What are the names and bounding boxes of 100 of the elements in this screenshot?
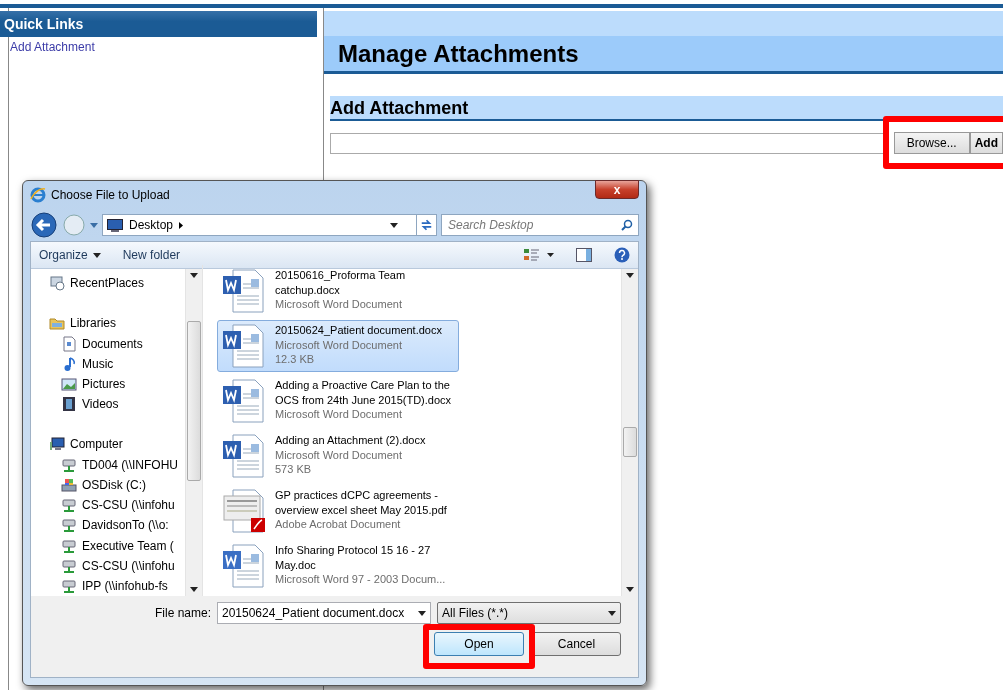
- folder-icon: [49, 315, 65, 332]
- nav-label: Music: [82, 356, 114, 371]
- nav-item[interactable]: Computer: [31, 434, 185, 455]
- scrollbar-thumb[interactable]: [187, 321, 201, 481]
- file-type: Microsoft Word Document: [275, 407, 403, 422]
- file-type: Microsoft Word Document: [275, 297, 403, 312]
- back-button[interactable]: [30, 211, 58, 239]
- nav-label: Documents: [82, 336, 143, 351]
- file-name: GP practices dCPC agreements - overview excel sheet May 2015.pdf: [275, 488, 448, 517]
- help-icon[interactable]: [614, 247, 630, 263]
- file-type: Microsoft Word Document: [275, 447, 403, 462]
- file-item[interactable]: Adding an Attachment (2).docx Microsoft Word Document 573 KB: [217, 430, 459, 482]
- sidebar-title: Quick Links: [0, 11, 317, 37]
- file-item[interactable]: GP practices dCPC agreements - overview excel sheet May 2015.pdf Adobe Acrobat Document: [217, 485, 459, 537]
- nav-label: TD004 (\\INFOHU: [82, 457, 178, 472]
- new-folder-button[interactable]: New folder: [122, 248, 181, 262]
- browse-button[interactable]: Browse...: [893, 132, 970, 154]
- section-heading: Add Attachment: [330, 96, 1003, 121]
- scroll-down-icon: [626, 587, 634, 592]
- view-options-icon[interactable]: [524, 248, 554, 262]
- address-dropdown-icon: [390, 222, 398, 228]
- file-item[interactable]: Info Sharing Protocol 15 16 - 27 May.doc Microsoft Word 97 - 2003 Docum...: [217, 540, 459, 592]
- file-name-field[interactable]: 20150624_Patient document.docx: [217, 602, 431, 624]
- organize-menu[interactable]: Organize: [39, 248, 101, 262]
- page-title: Manage Attachments: [324, 36, 1003, 71]
- caret-icon: [418, 610, 426, 616]
- file-item[interactable]: 20150624_Patient document.docx Microsoft Word Document 12.3 KB: [217, 320, 459, 372]
- nav-item[interactable]: CS-CSU (\\infohu: [31, 494, 185, 516]
- file-type: Microsoft Word Document: [275, 337, 403, 352]
- nav-item[interactable]: Executive Team (: [31, 535, 185, 556]
- file-name: Info Sharing Protocol 15 16 - 27 May.doc: [275, 543, 432, 572]
- nav-label: Libraries: [70, 316, 117, 331]
- file-size: 12.3 KB: [275, 352, 316, 367]
- nav-label: CS-CSU (\\infohu: [82, 498, 175, 513]
- desktop-icon: [107, 218, 123, 232]
- file-name: Adding a Proactive Care Plan to the OCS from 24th June 2015(TD).docx: [275, 378, 453, 407]
- scrollbar[interactable]: [621, 269, 638, 596]
- recent-places-icon: [49, 275, 65, 292]
- file-type: Adobe Acrobat Document: [275, 517, 402, 532]
- nav-label: Executive Team (: [82, 538, 174, 553]
- scroll-down-icon: [190, 587, 198, 592]
- add-button[interactable]: Add: [969, 132, 1003, 154]
- nav-item[interactable]: Music: [31, 353, 185, 374]
- nav-label: Computer: [70, 437, 123, 452]
- computer-icon: [49, 436, 65, 453]
- network-drive-icon: [61, 537, 77, 554]
- nav-item[interactable]: Documents: [31, 333, 185, 354]
- file-name-label: File name:: [154, 606, 211, 620]
- document-icon: [61, 335, 77, 352]
- nav-item[interactable]: Libraries: [31, 313, 185, 334]
- file-name: 20150624_Patient document.docx: [275, 323, 442, 338]
- nav-item[interactable]: TD004 (\\INFOHU: [31, 454, 185, 475]
- scrollbar[interactable]: [185, 269, 202, 596]
- picture-icon: [61, 376, 77, 392]
- search-field[interactable]: Search Desktop: [441, 214, 639, 236]
- browser-logo-icon: [30, 187, 46, 203]
- cancel-button[interactable]: Cancel: [532, 632, 621, 656]
- file-item[interactable]: 20150616_Proforma Team catchup.docx Microsoft Word Document: [217, 265, 459, 317]
- scroll-up-icon: [626, 273, 634, 278]
- nav-item[interactable]: Pictures: [31, 373, 185, 395]
- network-drive-icon: [61, 557, 77, 574]
- nav-label: Videos: [82, 397, 119, 412]
- nav-label: IPP (\\infohub-fs: [82, 578, 168, 593]
- file-name: 20150616_Proforma Team catchup.docx: [275, 268, 407, 297]
- nav-item[interactable]: IPP (\\infohub-fs: [31, 575, 185, 596]
- network-drive-icon: [61, 577, 77, 594]
- chevron-icon: [179, 221, 184, 229]
- open-button[interactable]: Open: [434, 632, 524, 656]
- file-item[interactable]: Adding a Proactive Care Plan to the OCS from 24th June 2015(TD).docx Microsoft Word Document: [217, 375, 459, 427]
- preview-pane-icon[interactable]: [576, 248, 592, 262]
- search-icon: [621, 219, 633, 231]
- nav-item[interactable]: Videos: [31, 394, 185, 415]
- nav-label: DavidsonTo (\\o:: [82, 518, 169, 533]
- scroll-up-icon: [190, 273, 198, 278]
- network-drive-icon: [61, 456, 77, 473]
- caret-icon: [92, 252, 101, 258]
- nav-item[interactable]: RecentPlaces: [31, 273, 185, 294]
- forward-button[interactable]: [62, 213, 86, 237]
- address-bar[interactable]: Desktop: [102, 214, 437, 236]
- sidebar-link[interactable]: Add Attachment: [10, 40, 95, 54]
- file-type-dropdown[interactable]: All Files (*.*): [437, 602, 621, 624]
- nav-label: Pictures: [82, 377, 126, 391]
- nav-label: OSDisk (C:): [82, 477, 146, 492]
- nav-label: RecentPlaces: [70, 276, 145, 291]
- nav-item[interactable]: OSDisk (C:): [31, 474, 185, 495]
- file-type: Microsoft Word 97 - 2003 Docum...: [275, 572, 447, 587]
- nav-label: CS-CSU (\\infohu: [82, 558, 175, 573]
- nav-item[interactable]: CS-CSU (\\infohu: [31, 555, 185, 576]
- scrollbar-thumb[interactable]: [623, 427, 637, 457]
- nav-item[interactable]: DavidsonTo (\\o:: [31, 515, 185, 536]
- file-path-field[interactable]: [330, 132, 884, 154]
- network-drive-icon: [61, 497, 77, 514]
- dialog-title: Choose File to Upload: [51, 188, 171, 202]
- history-dropdown-icon[interactable]: [90, 222, 98, 228]
- disk-drive-icon: [61, 476, 77, 493]
- file-size: 573 KB: [275, 462, 313, 477]
- network-drive-icon: [61, 517, 77, 534]
- breadcrumb-item[interactable]: Desktop: [129, 218, 174, 232]
- close-button[interactable]: x: [595, 180, 639, 199]
- film-icon: [61, 396, 77, 413]
